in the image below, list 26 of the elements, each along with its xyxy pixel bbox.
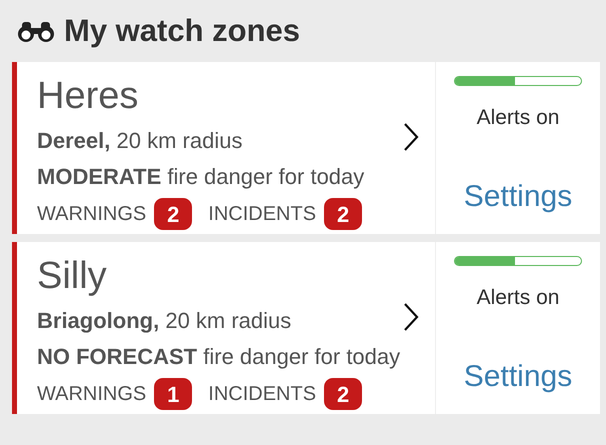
warnings-count: 1 bbox=[154, 378, 192, 410]
settings-link[interactable]: Settings bbox=[464, 354, 572, 398]
fire-danger-text: NO FORECAST fire danger for today bbox=[37, 344, 400, 370]
warnings-label: WARNINGS bbox=[37, 202, 146, 227]
alerts-toggle[interactable] bbox=[454, 76, 582, 86]
alerts-toggle[interactable] bbox=[454, 256, 582, 266]
chevron-right-icon[interactable] bbox=[403, 122, 419, 152]
warnings-count: 2 bbox=[154, 198, 192, 230]
zone-location: Dereel, 20 km radius bbox=[37, 128, 242, 154]
settings-link[interactable]: Settings bbox=[464, 174, 572, 218]
zone-name: Heres bbox=[37, 74, 140, 118]
zone-name: Silly bbox=[37, 254, 108, 298]
binoculars-icon bbox=[18, 20, 54, 42]
warnings-label: WARNINGS bbox=[37, 382, 146, 407]
fire-danger-text: MODERATE fire danger for today bbox=[37, 164, 364, 190]
incidents-count: 2 bbox=[324, 198, 362, 230]
page-title: My watch zones bbox=[64, 12, 300, 50]
incidents-count: 2 bbox=[324, 378, 362, 410]
alerts-status: Alerts on bbox=[476, 285, 560, 311]
incidents-label: INCIDENTS bbox=[208, 382, 316, 407]
alerts-status: Alerts on bbox=[476, 105, 560, 131]
chevron-right-icon[interactable] bbox=[403, 302, 419, 332]
zone-card[interactable]: Heres Dereel, 20 km radius MODERATE fire danger for today WARNINGS 2 INCIDENTS 2 Alerts on Settings bbox=[12, 62, 600, 234]
incidents-label: INCIDENTS bbox=[208, 202, 316, 227]
zone-card[interactable]: Silly Briagolong, 20 km radius NO FORECAST fire danger for today WARNINGS 1 INCIDENTS 2 Alerts on Settings bbox=[12, 242, 600, 414]
zone-location: Briagolong, 20 km radius bbox=[37, 308, 292, 334]
